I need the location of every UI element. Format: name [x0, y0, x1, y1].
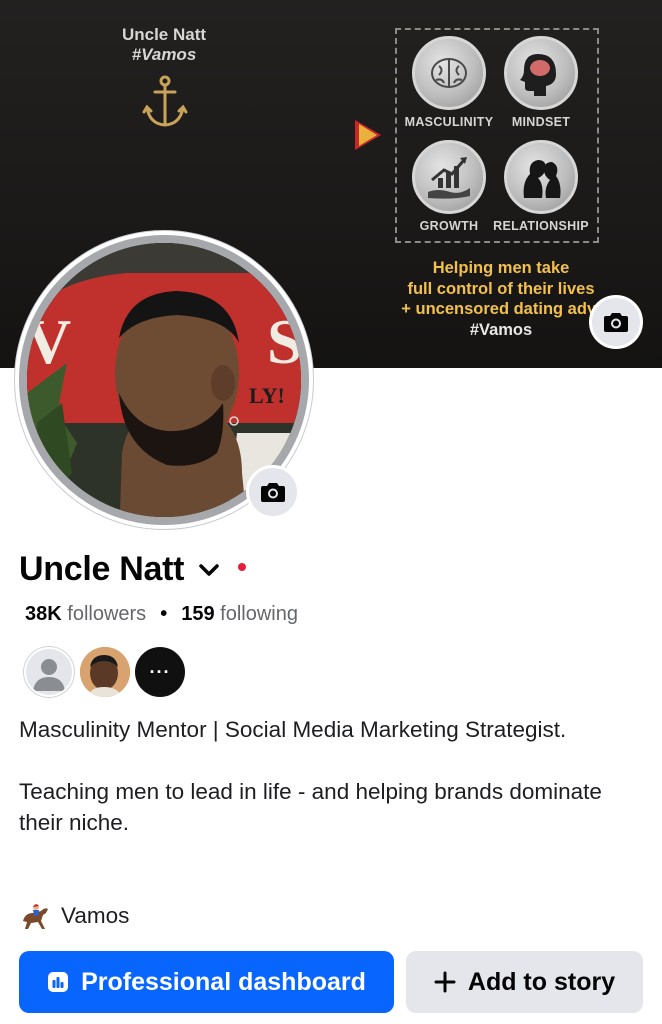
- edit-cover-photo-button[interactable]: [589, 295, 643, 349]
- profile-name-row[interactable]: Uncle Natt: [19, 550, 247, 589]
- svg-text:LY!: LY!: [249, 383, 285, 408]
- professional-dashboard-button[interactable]: Professional dashboard: [19, 951, 394, 1013]
- followers-link[interactable]: 38K followers: [25, 603, 146, 626]
- profile-bio: Masculinity Mentor | Social Media Market…: [19, 714, 639, 869]
- brain-icon: [431, 58, 467, 88]
- pillar-growth: GROWTH: [401, 140, 497, 233]
- horse-racing-icon: [23, 904, 48, 929]
- following-link[interactable]: 159 following: [181, 603, 298, 626]
- camera-icon: [261, 483, 285, 502]
- notification-dot: [238, 562, 247, 571]
- pillar-mindset: MINDSET: [493, 36, 589, 129]
- cover-brand-name: Uncle Natt: [121, 25, 207, 44]
- default-avatar[interactable]: [24, 647, 74, 697]
- head-brain-icon: [520, 54, 556, 96]
- dashboard-icon: [48, 972, 69, 992]
- bio-line-2: Teaching men to lead in life - and helpi…: [19, 779, 602, 835]
- add-to-story-button[interactable]: Add to story: [406, 951, 643, 1013]
- profile-name: Uncle Natt: [19, 550, 185, 588]
- anchor-icon: [142, 75, 188, 127]
- more-followers-button[interactable]: ···: [135, 647, 185, 697]
- plus-icon: [434, 971, 456, 993]
- follow-stats: 38K followers • 159 following: [25, 603, 298, 626]
- chevron-down-icon[interactable]: [198, 563, 220, 577]
- person-icon: [33, 659, 65, 691]
- pillars-graphic: MASCULINITY MINDSET GROWTH RELATIONSHIP: [395, 28, 599, 243]
- cover-brand-hashtag: #Vamos: [131, 45, 197, 64]
- follower-avatar[interactable]: [80, 647, 130, 697]
- growth-chart-icon: [428, 157, 470, 199]
- couple-icon: [523, 160, 561, 198]
- follower-photo: [80, 647, 130, 697]
- edit-profile-picture-button[interactable]: [246, 465, 300, 519]
- bio-link-row[interactable]: Vamos: [19, 901, 129, 931]
- pillar-relationship: RELATIONSHIP: [493, 140, 589, 233]
- bio-line-1: Masculinity Mentor | Social Media Market…: [19, 717, 567, 742]
- pillar-masculinity: MASCULINITY: [401, 36, 497, 129]
- bio-link-text: Vamos: [61, 903, 130, 928]
- play-arrow-icon: [355, 120, 381, 150]
- camera-icon: [604, 313, 628, 332]
- cover-brand: Uncle Natt #Vamos: [100, 25, 228, 65]
- separator-dot: •: [160, 603, 168, 625]
